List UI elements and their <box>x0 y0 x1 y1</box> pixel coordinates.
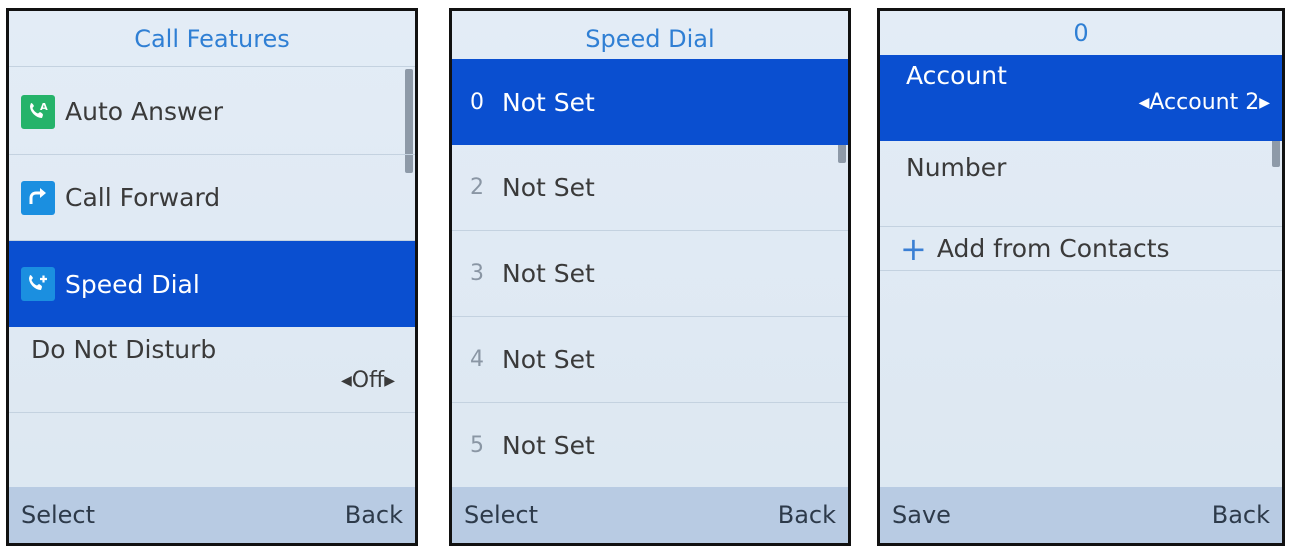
softkey-back[interactable]: Back <box>1212 501 1270 529</box>
call-forward-icon <box>21 180 55 215</box>
softkey-back[interactable]: Back <box>345 501 403 529</box>
left-arrow-icon: ◀ <box>1138 95 1150 111</box>
account-value[interactable]: ◀Account 2▶ <box>1139 90 1282 115</box>
menu-item-label: Auto Answer <box>65 97 224 126</box>
menu-item-do-not-disturb[interactable]: Do Not Disturb ◀Off▶ <box>9 327 415 413</box>
entry-label: Not Set <box>502 345 595 374</box>
entry-number: 0 <box>470 89 484 115</box>
softkey-bar: Save Back <box>880 487 1282 543</box>
svg-text:A: A <box>40 102 48 113</box>
speed-dial-entry-3[interactable]: 3 Not Set <box>452 231 848 317</box>
menu-item-auto-answer[interactable]: A Auto Answer <box>9 69 415 155</box>
menu-item-label: Call Forward <box>65 183 221 212</box>
dnd-value[interactable]: ◀Off▶ <box>341 364 415 393</box>
entry-label: Not Set <box>502 259 595 288</box>
speed-dial-screen: Speed Dial 0 Not Set 2 Not Set 3 Not Set… <box>449 8 851 546</box>
softkey-bar: Select Back <box>452 487 848 543</box>
right-arrow-icon: ▶ <box>384 373 395 389</box>
softkey-save[interactable]: Save <box>892 501 951 529</box>
speed-dial-entry-4[interactable]: 4 Not Set <box>452 317 848 403</box>
speed-dial-entry-0[interactable]: 0 Not Set <box>452 59 848 145</box>
menu-item-call-forward[interactable]: Call Forward <box>9 155 415 241</box>
auto-answer-icon: A <box>21 94 55 129</box>
entry-label: Not Set <box>502 431 595 460</box>
menu-item-speed-dial[interactable]: Speed Dial <box>9 241 415 327</box>
screen-title: Call Features <box>9 11 415 67</box>
softkey-back[interactable]: Back <box>778 501 836 529</box>
account-label: Account <box>906 61 1007 90</box>
speed-dial-entry-5[interactable]: 5 Not Set <box>452 403 848 489</box>
screen-title: 0 <box>1073 19 1089 47</box>
entry-number: 4 <box>470 347 484 372</box>
entry-label: Not Set <box>502 87 595 117</box>
entry-number: 2 <box>470 175 484 200</box>
softkey-select[interactable]: Select <box>21 501 95 529</box>
speed-dial-icon <box>21 267 55 301</box>
number-label: Number <box>906 153 1007 182</box>
softkey-select[interactable]: Select <box>464 501 538 529</box>
menu-item-label: Speed Dial <box>65 269 200 299</box>
entry-label: Not Set <box>502 173 595 202</box>
right-arrow-icon: ▶ <box>1259 95 1270 111</box>
speed-dial-entry-2[interactable]: 2 Not Set <box>452 145 848 231</box>
entry-number: 3 <box>470 261 484 286</box>
softkey-bar: Select Back <box>9 487 415 543</box>
left-arrow-icon: ◀ <box>340 373 352 389</box>
add-from-contacts[interactable]: + Add from Contacts <box>880 227 1282 271</box>
number-field[interactable]: Number <box>880 141 1282 227</box>
speed-dial-edit-screen: 0 Account ◀Account 2▶ Number + Add from … <box>877 8 1285 546</box>
entry-number: 5 <box>470 433 484 458</box>
account-field[interactable]: Account ◀Account 2▶ <box>880 55 1282 141</box>
plus-icon: + <box>900 229 927 268</box>
menu-item-label: Do Not Disturb <box>31 335 217 364</box>
call-features-screen: Call Features A Auto Answer Call Forward… <box>6 8 418 546</box>
add-from-contacts-label: Add from Contacts <box>936 234 1170 263</box>
